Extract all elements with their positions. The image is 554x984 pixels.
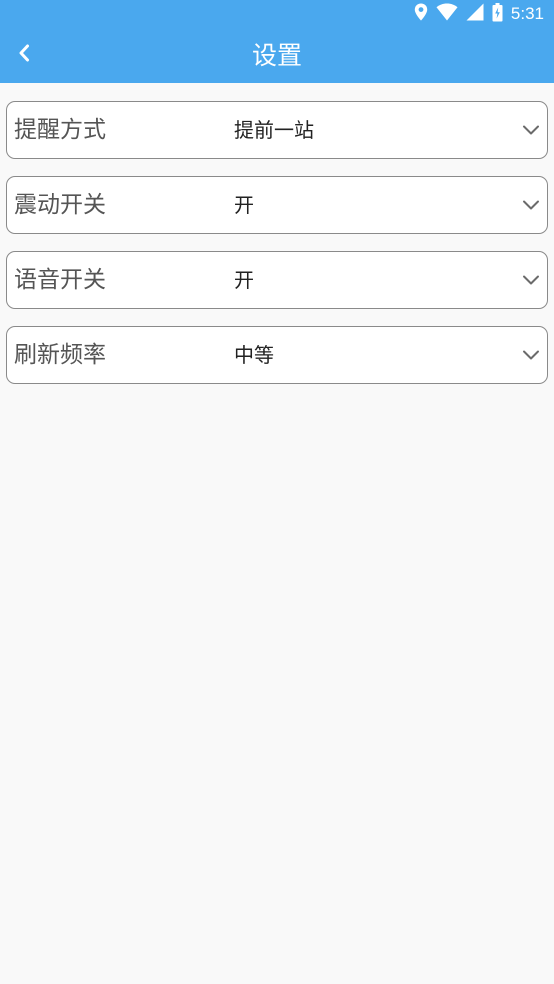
setting-value: 提前一站 bbox=[234, 118, 314, 142]
signal-icon bbox=[466, 3, 484, 25]
setting-value: 开 bbox=[234, 193, 254, 217]
status-icons: 5:31 bbox=[414, 2, 544, 26]
chevron-down-icon bbox=[521, 345, 541, 365]
refresh-rate-select[interactable]: 刷新频率 中等 bbox=[6, 326, 548, 384]
battery-icon bbox=[492, 2, 503, 26]
reminder-mode-select[interactable]: 提醒方式 提前一站 bbox=[6, 101, 548, 159]
app-bar: 设置 bbox=[0, 28, 554, 83]
page-title: 设置 bbox=[251, 41, 302, 70]
status-bar: 5:31 bbox=[0, 0, 554, 28]
setting-value: 开 bbox=[234, 268, 254, 292]
setting-label: 刷新频率 bbox=[14, 342, 106, 368]
vibration-switch-select[interactable]: 震动开关 开 bbox=[6, 176, 548, 234]
chevron-down-icon bbox=[521, 195, 541, 215]
location-icon bbox=[414, 3, 428, 25]
voice-switch-select[interactable]: 语音开关 开 bbox=[6, 251, 548, 309]
wifi-icon bbox=[436, 3, 458, 25]
setting-label: 语音开关 bbox=[14, 267, 106, 293]
setting-value: 中等 bbox=[234, 343, 274, 367]
chevron-down-icon bbox=[521, 120, 541, 140]
setting-label: 震动开关 bbox=[14, 192, 106, 218]
status-time: 5:31 bbox=[510, 4, 544, 23]
setting-label: 提醒方式 bbox=[14, 117, 106, 143]
chevron-left-icon bbox=[18, 44, 30, 66]
settings-list: 提醒方式 提前一站 震动开关 开 语音开关 开 刷新频率 中等 bbox=[6, 101, 548, 401]
back-button[interactable] bbox=[6, 36, 42, 74]
chevron-down-icon bbox=[521, 270, 541, 290]
